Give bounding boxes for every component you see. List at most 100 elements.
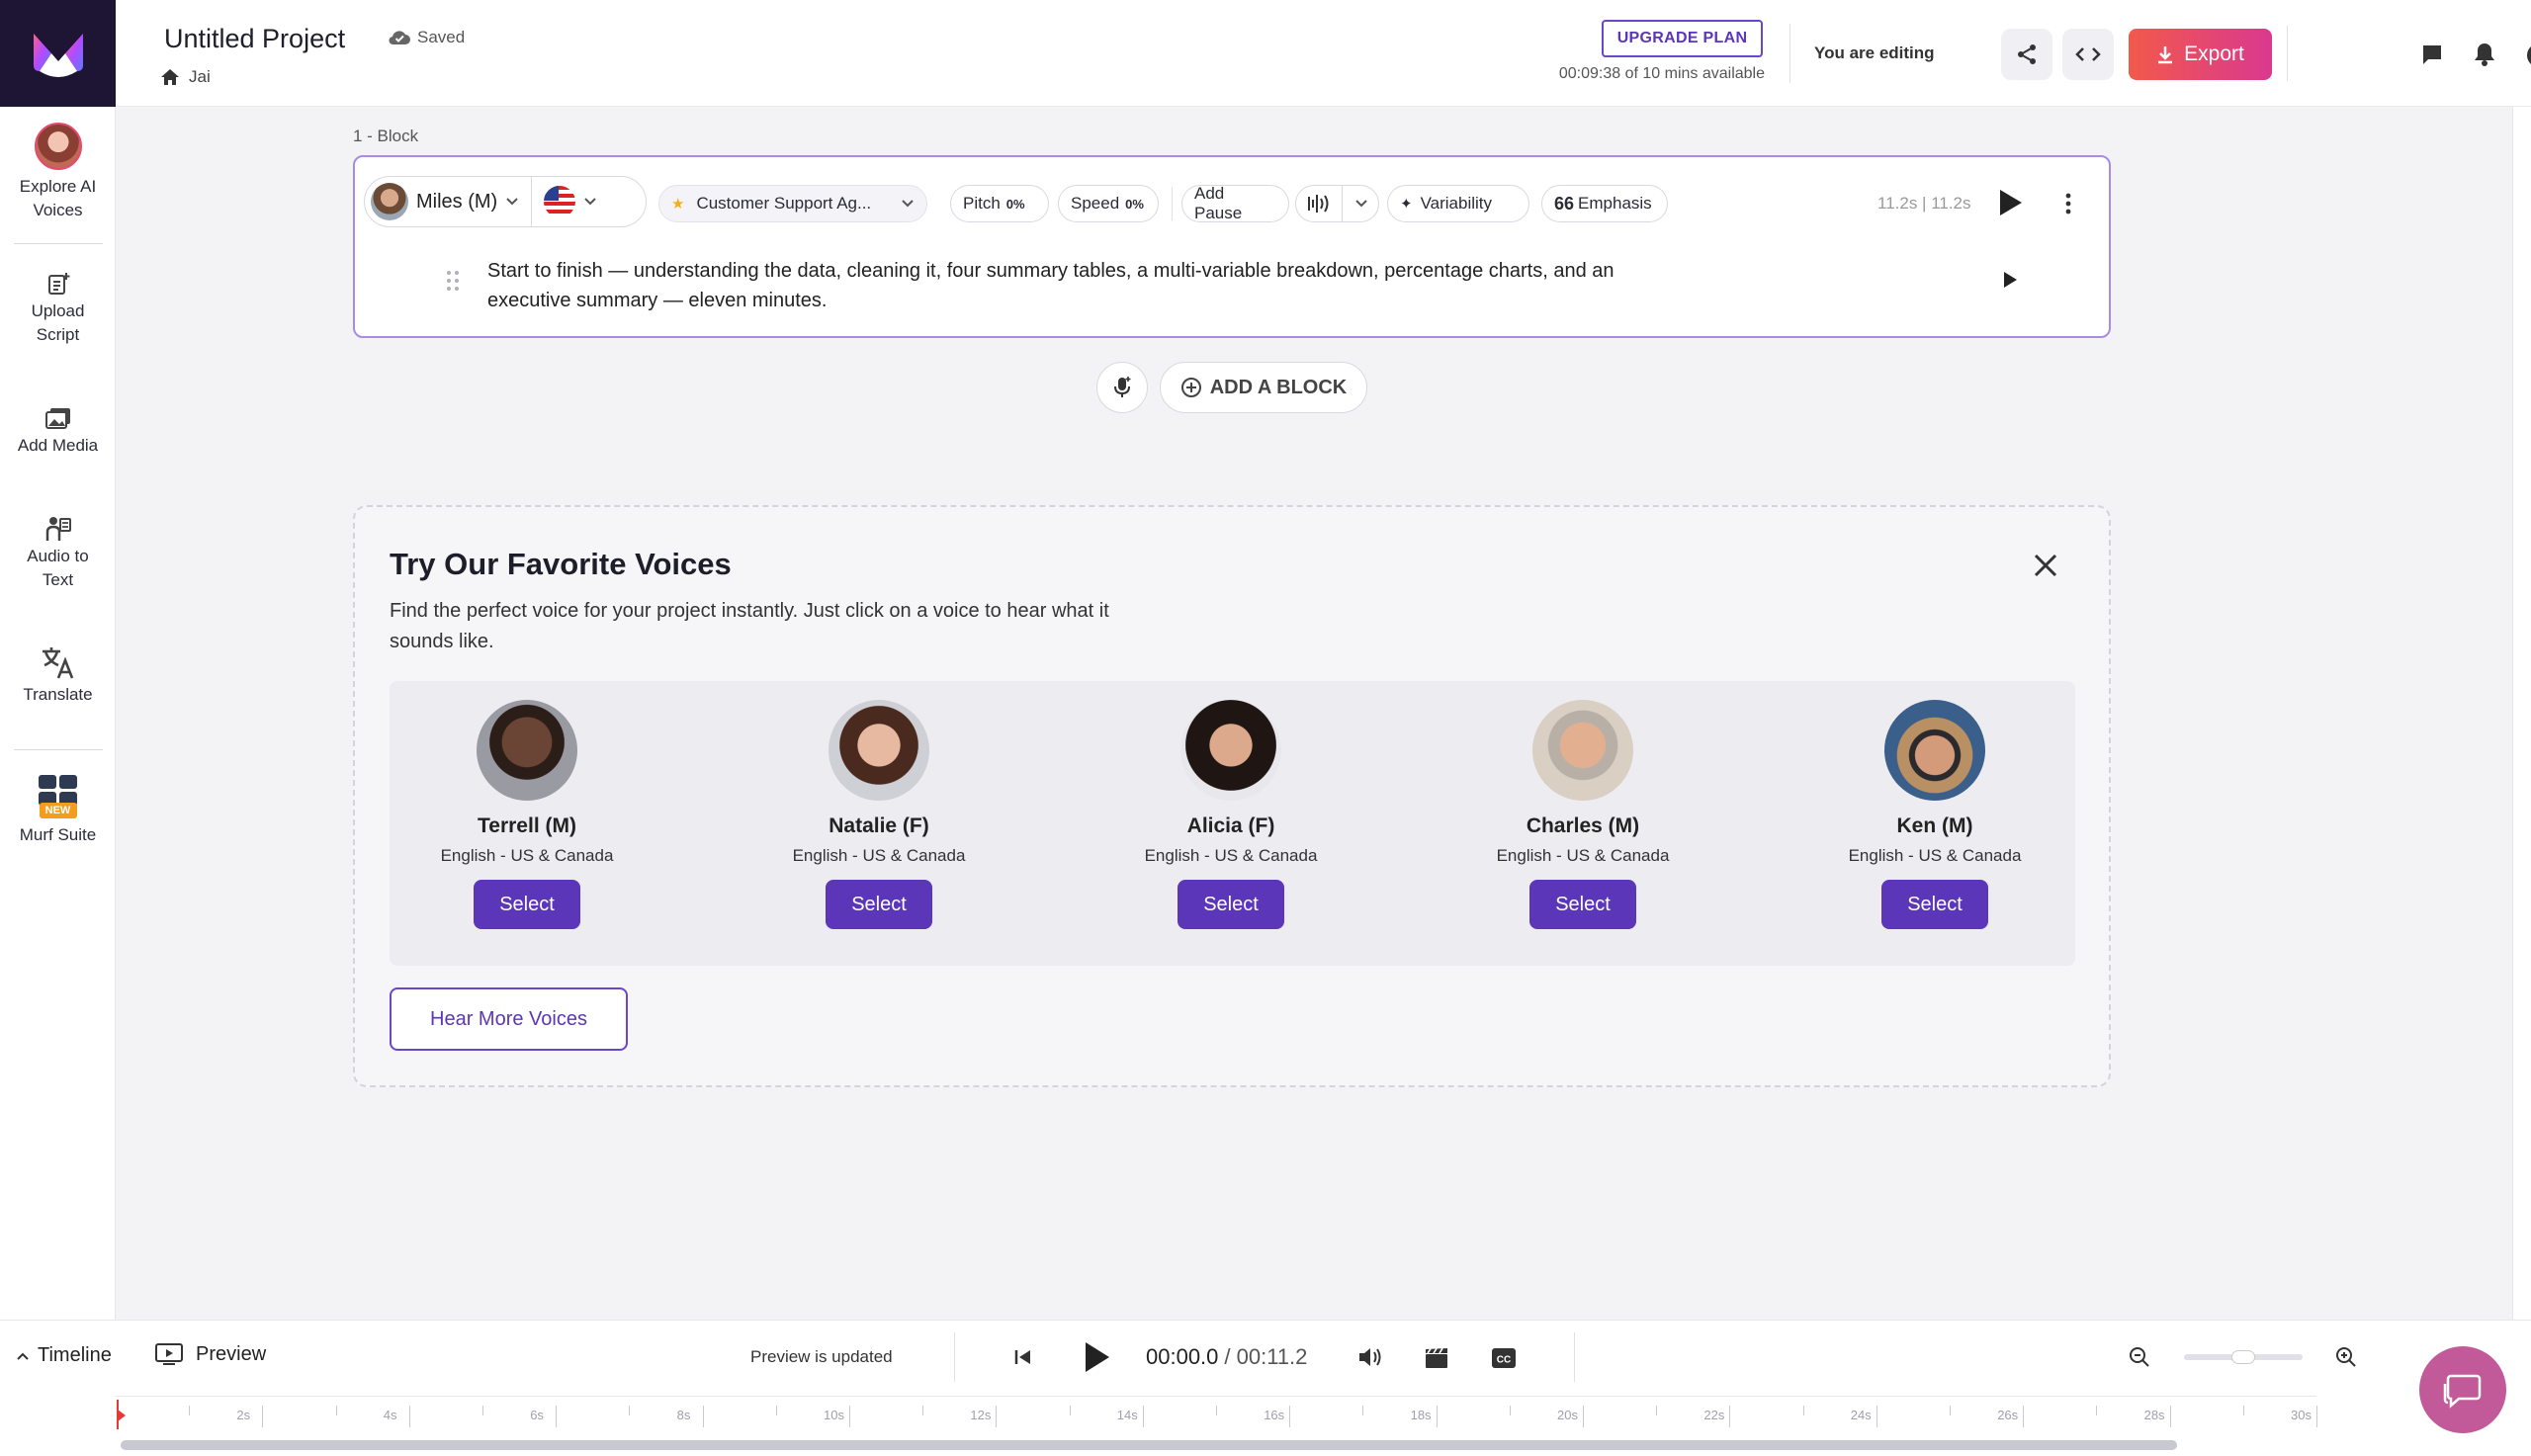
timeline-ruler[interactable]: 2s 4s 6s 8s 10s 12s 14s 16s 18s 20s 22s 24s 26s 28s 30… <box>116 1396 2390 1435</box>
us-flag-icon <box>544 186 576 217</box>
upload-script-icon <box>42 267 75 300</box>
sidebar-item-label: Murf Suite <box>19 825 97 844</box>
help-button[interactable]: ? <box>2526 42 2531 74</box>
new-badge: NEW <box>39 803 77 818</box>
volume-icon <box>1359 1348 1381 1366</box>
left-sidebar: Explore AI Voices Upload Script Add Medi… <box>0 0 116 1320</box>
skip-back-button[interactable] <box>1012 1347 1034 1372</box>
emphasis-button[interactable]: 66 Emphasis <box>1541 185 1668 222</box>
voice-card-alicia[interactable]: Alicia (F) English - US & Canada Select <box>1102 700 1359 929</box>
comments-button[interactable] <box>2421 43 2443 70</box>
export-button[interactable]: Export <box>2129 29 2272 80</box>
hear-more-voices-button[interactable]: Hear More Voices <box>390 987 628 1051</box>
speed-control[interactable]: Speed 0% <box>1058 185 1159 222</box>
variability-button[interactable]: ✦ Variability <box>1387 185 1529 222</box>
preview-button[interactable]: Preview <box>154 1342 266 1366</box>
timeline-tick <box>849 1406 850 1427</box>
timeline-minor-tick <box>1950 1406 1951 1415</box>
sidebar-item-upload-script[interactable]: Upload Script <box>0 267 116 348</box>
chat-support-button[interactable] <box>2419 1346 2506 1433</box>
horizontal-scrollbar[interactable] <box>121 1440 2177 1450</box>
voice-selector[interactable]: Miles (M) <box>364 176 647 227</box>
timeline-minor-tick <box>1362 1406 1364 1415</box>
voice-card-charles[interactable]: Charles (M) English - US & Canada Select <box>1454 700 1711 929</box>
sidebar-item-explore-voices[interactable]: Explore AI Voices <box>0 123 116 223</box>
variability-label: Variability <box>1420 194 1493 213</box>
vertical-scrollbar[interactable] <box>2512 107 2531 1320</box>
video-toggle-button[interactable] <box>1424 1346 1449 1375</box>
record-voice-button[interactable] <box>1096 362 1148 413</box>
voice-avatar <box>829 700 929 801</box>
sidebar-item-translate[interactable]: Translate <box>0 642 116 708</box>
voice-card-ken[interactable]: Ken (M) English - US & Canada Select <box>1806 700 2063 929</box>
plus-circle-icon <box>1180 378 1201 397</box>
zoom-out-button[interactable] <box>2129 1346 2150 1373</box>
sidebar-item-audio-to-text[interactable]: Audio to Text <box>0 512 116 593</box>
select-voice-button[interactable]: Select <box>826 880 932 929</box>
timeline-tick <box>1729 1406 1731 1427</box>
add-block-button[interactable]: ADD A BLOCK <box>1160 362 1367 413</box>
bell-icon <box>2475 43 2494 66</box>
block-more-button[interactable] <box>2063 192 2073 220</box>
play-paragraph-button[interactable] <box>2001 270 2019 295</box>
playhead[interactable] <box>116 1400 128 1434</box>
timeline-minor-tick <box>1802 1406 1804 1415</box>
close-favorites-button[interactable] <box>2033 553 2058 583</box>
upgrade-plan-button[interactable]: UPGRADE PLAN <box>1602 20 1763 57</box>
timeline-toggle[interactable]: Timeline <box>16 1344 112 1367</box>
volume-button[interactable] <box>1357 1346 1383 1373</box>
timeline-tick <box>1876 1406 1877 1427</box>
play-icon <box>1086 1342 1109 1372</box>
select-voice-button[interactable]: Select <box>1881 880 1988 929</box>
zoom-slider-thumb[interactable] <box>2231 1350 2255 1364</box>
audio-effect-selector[interactable] <box>1295 185 1379 222</box>
voice-card-terrell[interactable]: Terrell (M) English - US & Canada Select <box>398 700 655 929</box>
voice-avatar <box>1532 700 1633 801</box>
favorites-description-line: sounds like. <box>390 631 494 652</box>
favorites-title: Try Our Favorite Voices <box>390 547 732 581</box>
script-block[interactable]: Miles (M) ★ Customer Support Ag... Pitch… <box>353 155 2111 338</box>
breadcrumb-home-label: Jai <box>189 67 211 86</box>
timeline-minor-tick <box>922 1406 924 1415</box>
player-timeline-bar: Timeline Preview Preview is updated 00:0… <box>0 1320 2531 1456</box>
pitch-control[interactable]: Pitch 0% <box>950 185 1049 222</box>
sidebar-item-label: Audio to <box>27 547 89 565</box>
zoom-in-button[interactable] <box>2335 1346 2357 1373</box>
select-voice-button[interactable]: Select <box>474 880 580 929</box>
voice-name: Alicia (F) <box>1186 814 1275 837</box>
notifications-button[interactable] <box>2473 42 2496 72</box>
zoom-slider[interactable] <box>2184 1350 2303 1364</box>
murf-suite-icon: NEW <box>38 775 78 820</box>
captions-button[interactable]: CC <box>1491 1347 1517 1374</box>
play-block-button[interactable] <box>1996 187 2024 223</box>
sidebar-item-murf-suite[interactable]: NEW Murf Suite <box>0 775 116 848</box>
voice-language: English - US & Canada <box>440 846 614 865</box>
play-button[interactable] <box>1081 1339 1112 1380</box>
murf-logo[interactable] <box>0 0 116 107</box>
style-selector[interactable]: ★ Customer Support Ag... <box>658 185 927 222</box>
select-voice-button[interactable]: Select <box>1529 880 1636 929</box>
timeline-tick-label: 6s <box>530 1408 544 1422</box>
script-text[interactable]: Start to finish — understanding the data… <box>487 256 1792 315</box>
timeline-tick <box>2023 1406 2025 1427</box>
breadcrumb[interactable]: Jai <box>159 67 211 87</box>
timeline-tick-label: 16s <box>1264 1408 1285 1422</box>
timeline-tick-label: 30s <box>2291 1408 2312 1422</box>
comment-icon <box>2423 45 2441 64</box>
embed-button[interactable] <box>2062 29 2114 80</box>
chevron-up-icon <box>17 1352 29 1360</box>
sidebar-divider <box>14 243 103 244</box>
skip-back-icon <box>1014 1350 1030 1364</box>
voice-name: Miles (M) <box>416 190 498 213</box>
voice-card-natalie[interactable]: Natalie (F) English - US & Canada Select <box>750 700 1007 929</box>
timeline-minor-tick <box>629 1406 631 1415</box>
share-button[interactable] <box>2001 29 2052 80</box>
header-divider <box>2287 26 2288 81</box>
project-title[interactable]: Untitled Project <box>164 24 345 54</box>
timeline-tick <box>2316 1406 2317 1427</box>
voice-name: Charles (M) <box>1526 814 1640 837</box>
drag-handle-icon[interactable] <box>446 269 460 298</box>
add-pause-button[interactable]: Add Pause <box>1181 184 1289 222</box>
sidebar-item-add-media[interactable]: Add Media <box>0 401 116 459</box>
select-voice-button[interactable]: Select <box>1178 880 1284 929</box>
